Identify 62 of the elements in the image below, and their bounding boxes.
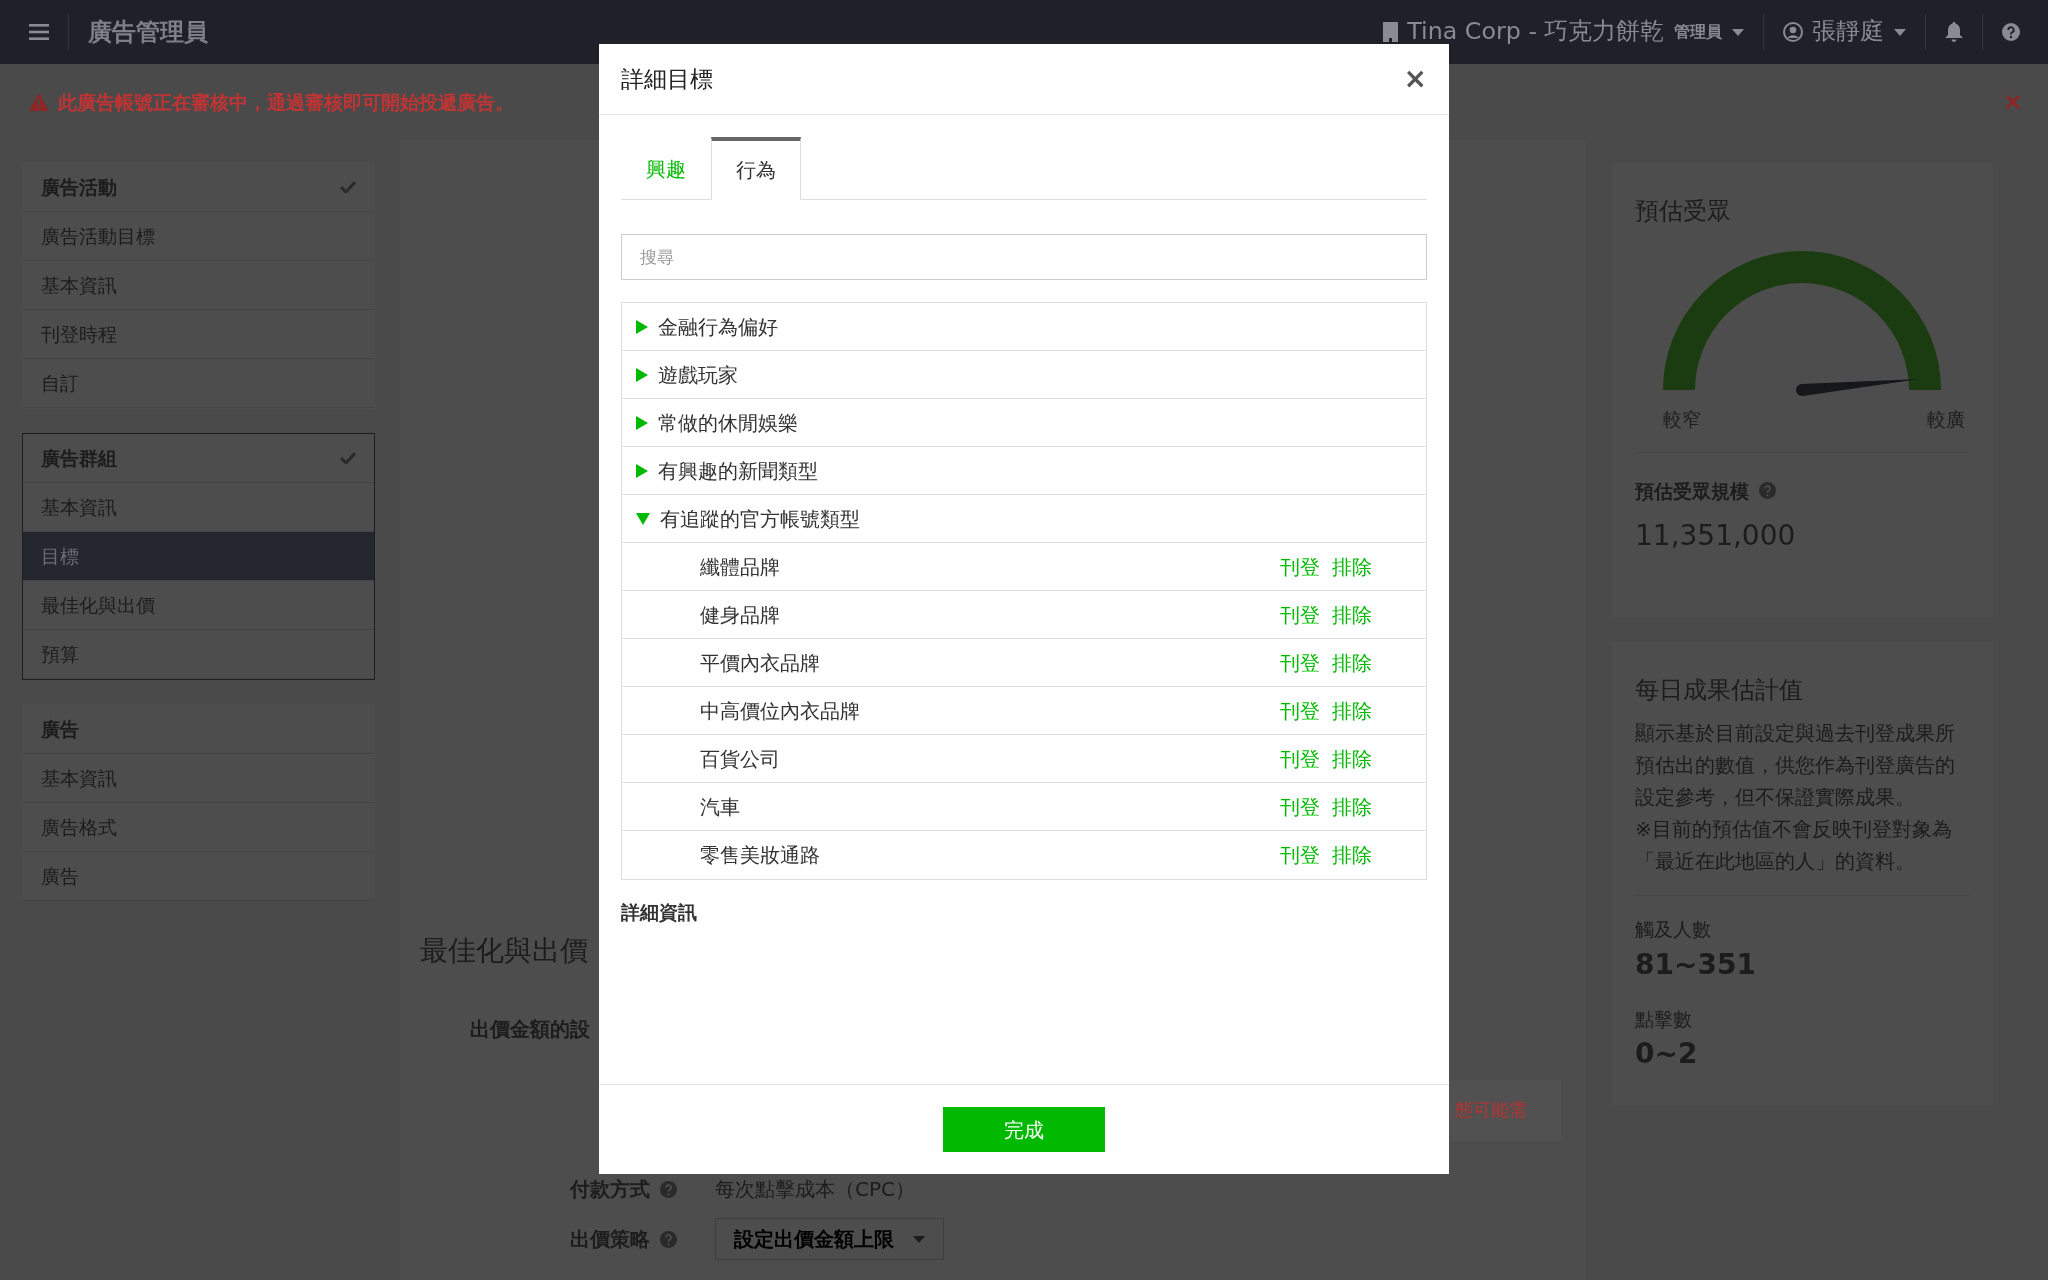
tree-label: 纖體品牌: [700, 553, 780, 581]
tree-item[interactable]: 有興趣的新聞類型: [622, 447, 1426, 495]
tree-label: 汽車: [700, 793, 740, 821]
action-link[interactable]: 刊登: [1268, 551, 1320, 582]
strategy-dropdown[interactable]: 設定出價金額上限: [715, 1218, 944, 1260]
tree-label: 百貨公司: [700, 745, 780, 773]
account-name: Tina Corp - 巧克力餅乾: [1407, 16, 1665, 48]
tree-item[interactable]: 有追蹤的官方帳號類型: [622, 495, 1426, 543]
tree-label: 常做的休閒娛樂: [657, 409, 798, 437]
action-link[interactable]: 排除: [1320, 695, 1372, 726]
done-button[interactable]: 完成: [943, 1107, 1105, 1152]
tree-label: 平價內衣品牌: [700, 649, 820, 677]
tree-item[interactable]: 金融行為偏好: [622, 303, 1426, 351]
action-link[interactable]: 刊登: [1268, 599, 1320, 630]
account-dropdown[interactable]: Tina Corp - 巧克力餅乾 管理員: [1382, 14, 1744, 50]
app-title: 廣告管理員: [87, 17, 208, 48]
user-icon: [1782, 22, 1803, 42]
building-icon: [1382, 22, 1398, 42]
tree-label: 遊戲玩家: [657, 361, 738, 389]
check-icon: [340, 452, 356, 464]
user-dropdown[interactable]: 張靜庭: [1782, 14, 1906, 50]
tree-label: 金融行為偏好: [657, 313, 778, 341]
notice-text: 態可能需: [1449, 1080, 1561, 1141]
action-link[interactable]: 刊登: [1268, 647, 1320, 678]
help-icon: [659, 1180, 677, 1198]
tree-label: 有興趣的新聞類型: [657, 457, 818, 485]
action-link[interactable]: 刊登: [1268, 791, 1320, 822]
role-label: 管理員: [1674, 21, 1722, 43]
tab[interactable]: 行為: [711, 137, 801, 200]
action-link[interactable]: 刊登: [1268, 743, 1320, 774]
tree-label: 零售美妝通路: [700, 842, 820, 869]
search-field[interactable]: 搜尋: [621, 234, 1427, 280]
caret-icon: [1731, 28, 1744, 36]
tree-label: 中高價位內衣品牌: [700, 697, 860, 725]
caret-icon: [913, 1235, 925, 1243]
action-link[interactable]: 刊登: [1268, 840, 1320, 870]
tab[interactable]: 興趣: [621, 137, 711, 200]
action-link[interactable]: 排除: [1320, 791, 1372, 822]
alert-message: 此廣告帳號正在審核中，通過審核即可開始投遞廣告。: [58, 89, 514, 115]
tree-item[interactable]: 遊戲玩家: [622, 351, 1426, 399]
action-link[interactable]: 排除: [1320, 647, 1372, 678]
tree-label: 有追蹤的官方帳號類型: [659, 505, 860, 533]
action-link[interactable]: 排除: [1320, 743, 1372, 774]
check-icon: [340, 181, 356, 193]
section-label: 詳細資訊: [621, 900, 698, 925]
action-link[interactable]: 排除: [1320, 599, 1372, 630]
close-button[interactable]: ×: [1403, 58, 1427, 100]
action-link[interactable]: 排除: [1320, 551, 1372, 582]
user-name: 張靜庭: [1812, 16, 1884, 48]
tree-item[interactable]: 常做的休閒娛樂: [622, 399, 1426, 447]
tree-label: 健身品牌: [700, 601, 780, 629]
help-icon: [659, 1230, 677, 1248]
warning-icon: [28, 93, 49, 111]
action-link[interactable]: 刊登: [1268, 695, 1320, 726]
help-icon: [1758, 482, 1776, 500]
modal-title: 詳細目標: [621, 64, 713, 94]
action-link[interactable]: 排除: [1320, 840, 1372, 870]
menu-icon[interactable]: [28, 24, 49, 40]
sidebar-item[interactable]: 目標: [23, 532, 374, 581]
help-icon[interactable]: [2001, 23, 2020, 41]
caret-icon: [1893, 28, 1906, 36]
bell-icon[interactable]: [1944, 22, 1963, 42]
